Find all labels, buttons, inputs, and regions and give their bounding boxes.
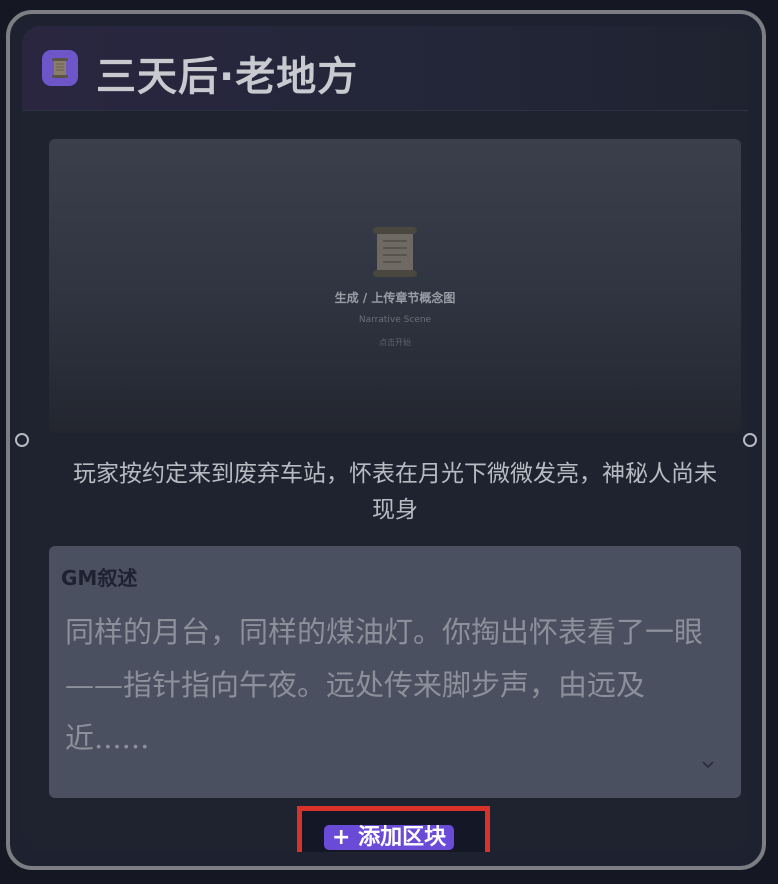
node-type-badge xyxy=(42,50,78,86)
node-title: 三天后·老地方 xyxy=(96,54,359,100)
gm-narration-text[interactable]: 同样的月台，同样的煤油灯。你掏出怀表看了一眼——指针指向午夜。远处传来脚步声，由… xyxy=(65,606,725,765)
gm-narration-block[interactable]: GM叙述 同样的月台，同样的煤油灯。你掏出怀表看了一眼——指针指向午夜。远处传来… xyxy=(49,546,741,798)
scroll-icon xyxy=(52,58,68,78)
upload-subtitle: Narrative Scene xyxy=(358,315,432,325)
node-header[interactable]: 三天后·老地方 xyxy=(22,26,748,111)
gm-block-label: GM叙述 xyxy=(61,566,138,590)
upload-title: 生成 / 上传章节概念图 xyxy=(334,291,456,305)
left-connection-handle[interactable] xyxy=(15,433,29,447)
scene-summary: 玩家按约定来到废弃车站，怀表在月光下微微发亮，神秘人尚未现身 xyxy=(73,461,717,523)
right-connection-handle[interactable] xyxy=(743,433,757,447)
scroll-icon xyxy=(373,227,417,277)
upload-hint: 点击开始 xyxy=(379,338,411,347)
story-node-frame: 三天后·老地方 生成 / 上传章节概念图 Narrative Scene 点击开… xyxy=(6,10,766,870)
chevron-down-icon[interactable] xyxy=(701,760,715,770)
add-block-button[interactable]: + 添加区块 xyxy=(324,825,455,850)
add-block-highlight: + 添加区块 xyxy=(297,806,490,852)
concept-image-upload[interactable]: 生成 / 上传章节概念图 Narrative Scene 点击开始 xyxy=(49,139,741,433)
story-node-card[interactable]: 三天后·老地方 生成 / 上传章节概念图 Narrative Scene 点击开… xyxy=(22,26,748,852)
